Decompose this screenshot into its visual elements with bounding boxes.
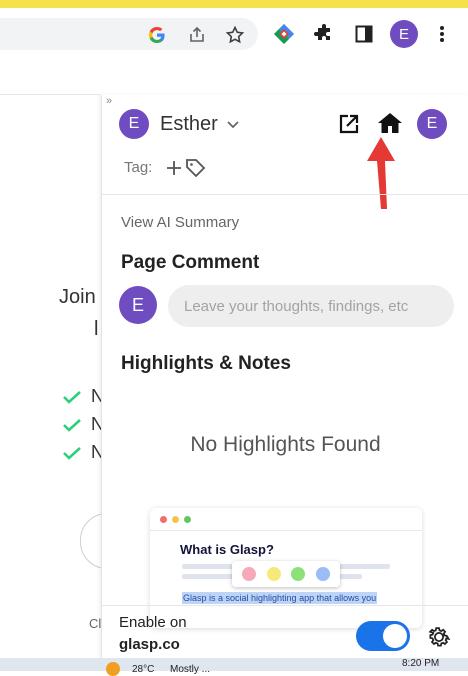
color-swatch-popup — [232, 561, 340, 587]
star-icon[interactable] — [224, 24, 246, 46]
footer-separator — [102, 605, 468, 606]
preview-card-title: What is Glasp? — [180, 542, 274, 557]
preview-window-dots — [160, 516, 191, 523]
check-icon — [63, 447, 81, 460]
address-bar[interactable] — [0, 18, 258, 50]
profile-initial: E — [398, 25, 409, 43]
swatch-blue[interactable] — [315, 567, 330, 581]
check-icon — [63, 391, 81, 404]
panel-profile-initial: E — [426, 115, 438, 132]
home-icon[interactable] — [376, 109, 404, 137]
taskbar-clock: 8:20 PM — [402, 658, 440, 669]
view-ai-summary-link[interactable]: View AI Summary — [121, 214, 239, 231]
settings-gear-icon[interactable] — [424, 622, 454, 652]
page-footer-fragment: Cl — [89, 616, 102, 631]
glasp-side-panel: » E Esther E Tag: View AI Summary Page C… — [101, 95, 468, 658]
page-comment-title: Page Comment — [121, 252, 260, 273]
swatch-green[interactable] — [291, 567, 306, 581]
swatch-yellow[interactable] — [266, 567, 281, 581]
user-menu[interactable]: Esther — [160, 113, 240, 136]
kebab-menu-icon[interactable] — [432, 22, 452, 46]
page-heading-line1: Join — [59, 286, 96, 308]
add-tag-icon[interactable] — [166, 155, 210, 181]
weather-temp: 28°C — [132, 664, 155, 675]
chevron-down-icon — [227, 120, 239, 128]
page-comment-input[interactable] — [168, 285, 454, 327]
share-icon[interactable] — [186, 24, 208, 46]
google-icon[interactable] — [146, 24, 168, 46]
puzzle-icon[interactable] — [312, 22, 336, 46]
underlying-page: Join l N N N Cl — [0, 58, 142, 658]
enable-toggle[interactable] — [356, 621, 410, 651]
empty-state-text: No Highlights Found — [190, 433, 381, 456]
export-icon[interactable] — [336, 111, 362, 137]
highlights-title: Highlights & Notes — [121, 353, 291, 374]
glasp-preview-card: What is Glasp? Glasp is a social highlig… — [150, 508, 422, 628]
extension-colorful-icon[interactable] — [272, 22, 296, 46]
red-arrow-annotation — [367, 137, 395, 209]
user-name: Esther — [160, 113, 218, 135]
browser-toolbar: E — [0, 8, 468, 58]
check-icon — [63, 419, 81, 432]
weather-text: Mostly ... — [170, 664, 211, 675]
browser-top-strip — [0, 0, 468, 8]
weather-icon — [106, 662, 120, 676]
preview-highlighted-text: Glasp is a social highlighting app that … — [182, 592, 378, 604]
os-taskbar: 28°C Mostly ... 8:20 PM — [0, 658, 468, 676]
user-avatar[interactable]: E — [119, 109, 149, 139]
panel-profile-avatar[interactable]: E — [417, 109, 447, 139]
page-heading-line2: l — [94, 318, 99, 340]
sidepanel-icon[interactable] — [352, 22, 376, 46]
toggle-knob — [383, 624, 407, 648]
comment-avatar-initial: E — [131, 294, 144, 315]
comment-avatar: E — [119, 286, 157, 324]
profile-avatar[interactable]: E — [390, 20, 418, 48]
enable-label: Enable on — [119, 614, 187, 631]
tag-label: Tag: — [124, 159, 153, 176]
swatch-pink[interactable] — [242, 567, 257, 581]
enable-domain: glasp.co — [119, 636, 180, 653]
header-separator — [102, 194, 468, 195]
user-initial: E — [128, 115, 140, 132]
collapse-chevron-icon[interactable]: » — [106, 95, 112, 107]
